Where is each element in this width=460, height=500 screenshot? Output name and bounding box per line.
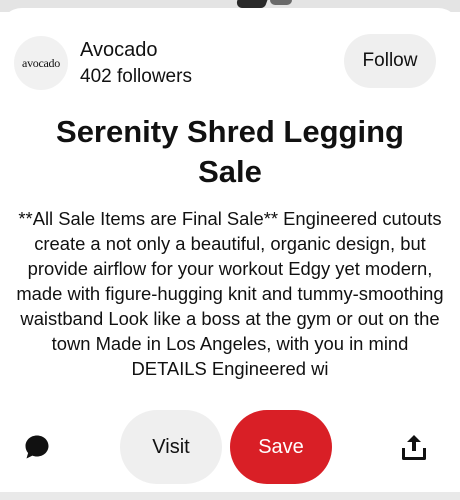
comment-bubble-icon[interactable] (24, 434, 50, 460)
pin-title: Serenity Shred Legging Sale (56, 114, 404, 189)
avatar-logo-text: avocado (22, 55, 60, 70)
image-detail (234, 0, 268, 8)
next-pin-edge (0, 492, 460, 500)
follow-button[interactable]: Follow (344, 34, 436, 88)
visit-button[interactable]: Visit (120, 410, 222, 484)
creator-header: avocado Avocado 402 followers Follow (14, 34, 444, 96)
share-upload-icon[interactable] (402, 434, 426, 460)
creator-name[interactable]: Avocado (80, 39, 157, 62)
save-button[interactable]: Save (230, 410, 332, 484)
pin-closeup-page: avocado Avocado 402 followers Follow Ser… (0, 0, 460, 500)
pin-description: **All Sale Items are Final Sale** Engine… (16, 208, 444, 379)
pin-details-card: avocado Avocado 402 followers Follow Ser… (0, 8, 460, 492)
image-detail (270, 0, 292, 5)
follower-count: 402 followers (80, 66, 192, 87)
avatar[interactable]: avocado (14, 36, 68, 90)
